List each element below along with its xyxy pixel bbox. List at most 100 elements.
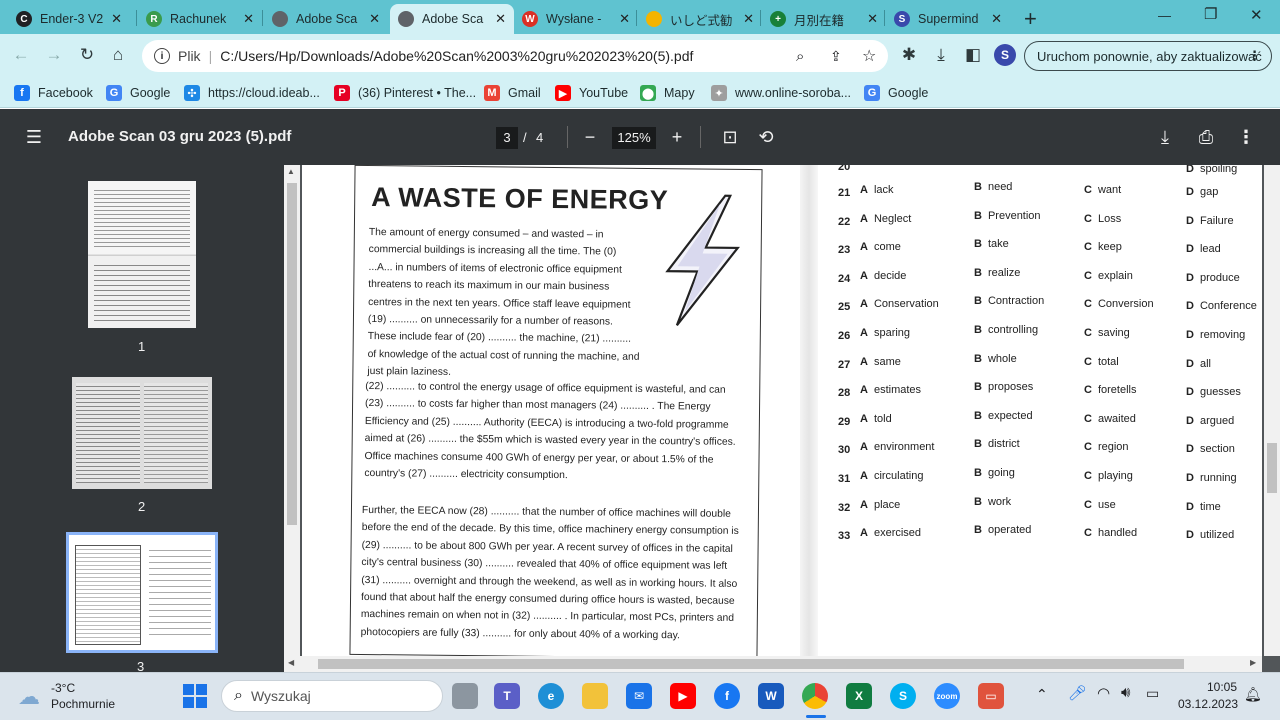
restore-button[interactable]: ❐: [1204, 5, 1217, 23]
option-c: Csaving: [1084, 327, 1130, 339]
url-text[interactable]: C:/Users/Hp/Downloads/Adobe%20Scan%2003%…: [220, 48, 780, 64]
taskbar-search[interactable]: ⌕ Wyszukaj: [221, 680, 443, 712]
mail-icon[interactable]: ✉: [626, 683, 652, 709]
fit-page-icon[interactable]: ⊡: [719, 126, 741, 148]
minimize-button[interactable]: —: [1158, 8, 1171, 23]
microphone-icon[interactable]: 🎤︎: [1068, 684, 1087, 702]
tab-4[interactable]: Adobe Sca ✕: [390, 4, 514, 34]
left-scrollbar[interactable]: ▲ ▼: [284, 165, 300, 667]
tab-5[interactable]: W Wysłane - ✕: [514, 4, 638, 34]
bookmark-item[interactable]: M Gmail: [484, 83, 541, 103]
task-view-icon[interactable]: [452, 683, 478, 709]
tab-3[interactable]: Adobe Sca ✕: [264, 4, 388, 34]
update-button[interactable]: Uruchom ponownie, aby zaktualizować ⋮: [1024, 41, 1272, 71]
bookmark-label: YouTube: [579, 86, 629, 100]
address-bar[interactable]: i Plik | C:/Users/Hp/Downloads/Adobe%20S…: [142, 40, 888, 72]
print-icon[interactable]: ⎙: [1195, 126, 1217, 148]
bookmark-item[interactable]: G Google: [864, 83, 928, 103]
tab-close-icon[interactable]: ✕: [743, 11, 754, 27]
share-icon[interactable]: ⇪: [830, 48, 842, 65]
option-letter: A: [860, 441, 868, 454]
teams-icon[interactable]: T: [494, 683, 520, 709]
bookmark-item[interactable]: ⬤ Mapy: [640, 83, 695, 103]
new-tab-button[interactable]: +: [1024, 6, 1037, 32]
volume-icon[interactable]: 🔊︎: [1121, 684, 1130, 701]
weather-widget[interactable]: ☁ -3°C Pochmurnie: [18, 680, 128, 714]
tab-close-icon[interactable]: ✕: [495, 11, 506, 27]
tab-close-icon[interactable]: ✕: [991, 11, 1002, 27]
horizontal-scrollbar[interactable]: ◀ ▶: [284, 656, 1262, 672]
notification-bell-icon[interactable]: 🔔︎: [1244, 686, 1262, 703]
download-icon[interactable]: ⤓: [930, 44, 952, 66]
sidepanel-icon[interactable]: ◧: [962, 44, 984, 66]
question-number-text: 30: [838, 444, 851, 457]
home-icon[interactable]: ⌂: [107, 44, 129, 66]
bookmark-item[interactable]: f Facebook: [14, 83, 93, 103]
tab-close-icon[interactable]: ✕: [619, 11, 630, 27]
more-options-icon[interactable]: ⋮: [1235, 126, 1257, 148]
pdf-toolbar: ☰ Adobe Scan 03 gru 2023 (5).pdf 3 / 4 −…: [0, 109, 1280, 165]
option-letter: A: [860, 184, 868, 196]
zoom-app-icon[interactable]: zoom: [934, 683, 960, 709]
start-button[interactable]: [183, 684, 207, 708]
thumbnail-page-2[interactable]: [72, 377, 212, 489]
option-b: Boperated: [974, 524, 1031, 536]
tab-close-icon[interactable]: ✕: [111, 11, 122, 27]
bookmark-item[interactable]: ✦ www.online-soroba...: [711, 83, 851, 103]
tab-close-icon[interactable]: ✕: [867, 11, 878, 27]
tab-2[interactable]: R Rachunek ✕: [138, 4, 262, 34]
presentation-app-icon[interactable]: ▭: [978, 683, 1004, 709]
option-a: Aestimates: [860, 384, 921, 396]
download-pdf-icon[interactable]: ⤓: [1154, 126, 1176, 148]
pdf-viewer[interactable]: ▲ ▼ A WASTE OF ENERGY The amount of ener…: [284, 165, 1280, 672]
tab-6[interactable]: いしど式勧 ✕: [638, 4, 762, 34]
skype-icon[interactable]: S: [890, 683, 916, 709]
excel-icon[interactable]: X: [846, 683, 872, 709]
bookmark-item[interactable]: ✣ https://cloud.ideab...: [184, 83, 320, 103]
thumbnail-page-3[interactable]: [66, 532, 218, 653]
chrome-icon[interactable]: [802, 683, 828, 709]
wifi-icon[interactable]: ◠: [1097, 684, 1110, 702]
clock-date[interactable]: 03.12.2023: [1178, 697, 1238, 711]
zoom-level-input[interactable]: 125%: [612, 127, 656, 149]
tab-close-icon[interactable]: ✕: [369, 11, 380, 27]
tab-close-icon[interactable]: ✕: [243, 11, 254, 27]
page-number-input[interactable]: 3: [496, 127, 518, 149]
tray-chevron-icon[interactable]: ⌃: [1036, 686, 1048, 703]
tab-7[interactable]: + 月別在籍 ✕: [762, 4, 886, 34]
info-icon[interactable]: i: [154, 48, 170, 64]
forward-icon[interactable]: →: [43, 44, 65, 66]
rotate-icon[interactable]: ⟲: [755, 126, 777, 148]
back-icon[interactable]: ←: [10, 44, 32, 66]
option-a: A Neglect: [860, 213, 911, 225]
extensions-icon[interactable]: ✱: [898, 44, 920, 66]
battery-icon[interactable]: ▭: [1146, 685, 1159, 702]
thumbnail-page-1[interactable]: [88, 181, 196, 328]
edge-icon[interactable]: e: [538, 683, 564, 709]
bookmark-star-icon[interactable]: ☆: [862, 46, 876, 66]
tab-1[interactable]: C Ender-3 V2 ✕: [8, 4, 130, 34]
option-c-text: foretells: [1097, 384, 1137, 397]
zoom-icon[interactable]: ⌕: [796, 48, 804, 65]
file-explorer-icon[interactable]: [582, 683, 608, 709]
clock-time[interactable]: 10:05: [1207, 680, 1237, 694]
close-window-button[interactable]: ✕: [1250, 6, 1263, 24]
zoom-out-icon[interactable]: −: [579, 126, 601, 148]
reload-icon[interactable]: ↻: [76, 44, 98, 66]
menu-icon[interactable]: ☰: [23, 126, 45, 148]
thumbnail-label-2: 2: [138, 499, 146, 514]
bookmark-item[interactable]: P (36) Pinterest • The...: [334, 83, 476, 103]
bookmark-item[interactable]: ▶ YouTube: [555, 83, 628, 103]
profile-icon[interactable]: S: [994, 44, 1016, 66]
facebook-taskbar-icon[interactable]: f: [714, 683, 740, 709]
more-icon[interactable]: ⋮: [1248, 48, 1261, 64]
right-scrollbar[interactable]: [1264, 165, 1280, 656]
word-icon[interactable]: W: [758, 683, 784, 709]
zoom-in-icon[interactable]: +: [666, 126, 688, 148]
option-letter: B: [974, 438, 982, 451]
youtube-taskbar-icon[interactable]: ▶: [670, 683, 696, 709]
option-letter: B: [974, 524, 982, 537]
tab-8[interactable]: S Supermind ✕: [886, 4, 1010, 34]
bookmark-item[interactable]: G Google: [106, 83, 170, 103]
option-a-text: decide: [873, 269, 907, 282]
